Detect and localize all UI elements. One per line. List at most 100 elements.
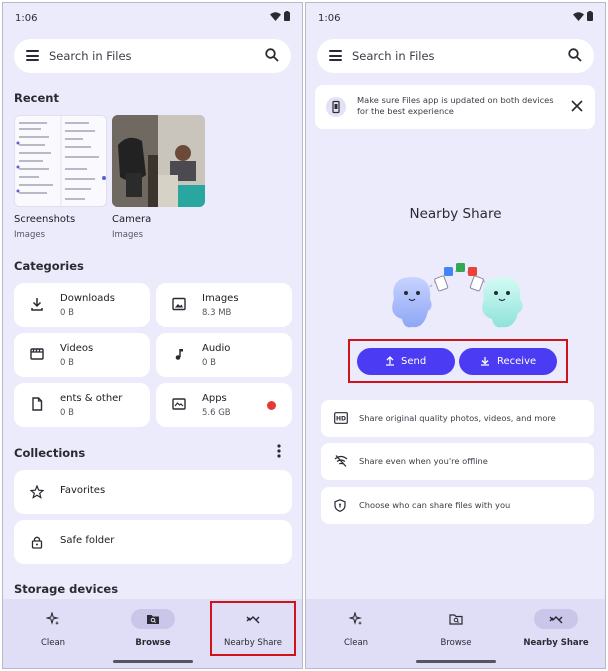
sparkle-icon <box>46 612 60 625</box>
nav-browse[interactable]: Browse <box>411 609 501 648</box>
svg-text:HD: HD <box>336 416 346 423</box>
nav-browse[interactable]: Browse <box>108 609 198 648</box>
folder-search-icon <box>449 614 463 625</box>
nav-clean-pill <box>334 609 378 629</box>
categories-title: Categories <box>14 259 84 273</box>
status-time: 1:06 <box>318 13 341 24</box>
recent-screenshots-label: Screenshots <box>14 214 76 225</box>
nav-nearby-share[interactable]: Nearby Share <box>511 609 601 648</box>
category-name: Images <box>202 293 239 304</box>
category-name: Audio <box>202 343 231 354</box>
hd-icon: HD <box>334 412 348 424</box>
nav-clean-label: Clean <box>40 638 66 648</box>
nearby-share-icon <box>549 616 563 624</box>
nav-clean[interactable]: Clean <box>8 609 98 648</box>
camera-thumbnail[interactable] <box>112 115 205 207</box>
update-banner: Make sure Files app is updated on both d… <box>315 85 595 129</box>
status-bar: 1:06 <box>318 11 593 27</box>
lock-icon <box>31 536 43 549</box>
camera-preview-image <box>112 115 205 207</box>
recent-camera-sub: Images <box>112 230 144 240</box>
search-bar[interactable]: Search in Files <box>14 39 291 73</box>
nav-clean-label: Clean <box>343 638 369 648</box>
feature-text: Share even when you're offline <box>359 456 488 466</box>
document-icon <box>32 397 43 411</box>
menu-icon[interactable] <box>26 50 39 61</box>
category-size: 5.6 GB <box>202 408 231 418</box>
collection-name: Safe folder <box>60 535 115 546</box>
bottom-navigation: Clean Browse Nearby Share <box>306 599 605 668</box>
collections-title: Collections <box>14 446 86 460</box>
collection-favorites[interactable]: Favorites <box>14 470 292 514</box>
image-icon <box>172 297 186 311</box>
nav-browse-pill <box>434 609 478 629</box>
battery-icon <box>587 11 593 21</box>
feature-text: Share original quality photos, videos, a… <box>359 413 556 423</box>
folder-search-icon <box>147 615 159 624</box>
right-screen: 1:06 Search in Files Make sure Files app… <box>305 2 606 669</box>
status-time: 1:06 <box>15 13 38 24</box>
banner-text: Make sure Files app is updated on both d… <box>357 95 554 116</box>
collection-name: Favorites <box>60 485 106 496</box>
more-options-icon[interactable] <box>277 444 281 458</box>
category-size: 8.3 MB <box>202 308 232 318</box>
nearby-share-title: Nearby Share <box>409 206 502 222</box>
nav-browse-label: Browse <box>440 638 472 648</box>
recent-title: Recent <box>14 91 59 105</box>
download-icon <box>31 298 43 311</box>
status-icons <box>573 11 593 21</box>
category-images[interactable]: Images 8.3 MB <box>156 283 292 327</box>
nav-clean-pill <box>31 609 75 629</box>
phone-update-icon <box>326 97 346 117</box>
highlight-box-nearby-nav <box>210 601 296 656</box>
feature-offline: Share even when you're offline <box>321 443 594 480</box>
category-audio[interactable]: Audio 0 B <box>156 333 292 377</box>
nearby-share-illustration <box>392 263 523 328</box>
search-bar[interactable]: Search in Files <box>317 39 594 73</box>
music-note-icon <box>175 349 183 360</box>
recent-camera-label: Camera <box>112 214 152 225</box>
category-name: Apps <box>202 393 227 404</box>
apps-icon <box>172 398 186 410</box>
search-placeholder: Search in Files <box>352 49 435 63</box>
battery-icon <box>284 11 290 21</box>
wifi-off-icon <box>334 455 348 467</box>
sparkle-icon <box>349 612 363 625</box>
category-size: 0 B <box>60 308 74 318</box>
status-icons <box>270 11 290 21</box>
category-size: 0 B <box>60 358 74 368</box>
category-documents[interactable]: ents & other 0 B <box>14 383 150 427</box>
close-icon[interactable] <box>571 100 583 112</box>
feature-text: Choose who can share files with you <box>359 500 511 510</box>
nav-browse-label: Browse <box>135 638 171 648</box>
nav-clean[interactable]: Clean <box>311 609 401 648</box>
gesture-handle <box>112 660 193 663</box>
category-size: 0 B <box>202 358 216 368</box>
nav-browse-pill <box>131 609 175 629</box>
wifi-icon <box>270 11 281 21</box>
left-screen: 1:06 Search in Files Recent Screenshots … <box>2 2 303 669</box>
category-name: ents & other <box>60 393 123 404</box>
collection-safe-folder[interactable]: Safe folder <box>14 520 292 564</box>
gesture-handle <box>415 660 496 663</box>
screenshots-thumbnail[interactable] <box>14 115 107 207</box>
screenshot-preview-image <box>15 116 106 206</box>
highlight-box-send-receive <box>348 339 568 383</box>
status-bar: 1:06 <box>15 11 290 27</box>
search-icon[interactable] <box>568 48 582 62</box>
video-icon <box>30 348 44 360</box>
nav-nearby-label: Nearby Share <box>523 638 589 648</box>
search-icon[interactable] <box>265 48 279 62</box>
category-apps[interactable]: Apps 5.6 GB <box>156 383 292 427</box>
storage-devices-title: Storage devices <box>14 582 119 596</box>
menu-icon[interactable] <box>329 50 342 61</box>
notification-dot <box>267 401 276 410</box>
nav-nearby-pill <box>534 609 578 629</box>
category-videos[interactable]: Videos 0 B <box>14 333 150 377</box>
star-icon <box>30 485 44 499</box>
search-placeholder: Search in Files <box>49 49 132 63</box>
category-downloads[interactable]: Downloads 0 B <box>14 283 150 327</box>
feature-original-quality: HD Share original quality photos, videos… <box>321 400 594 437</box>
shield-icon <box>334 499 346 512</box>
recent-screenshots-sub: Images <box>14 230 46 240</box>
